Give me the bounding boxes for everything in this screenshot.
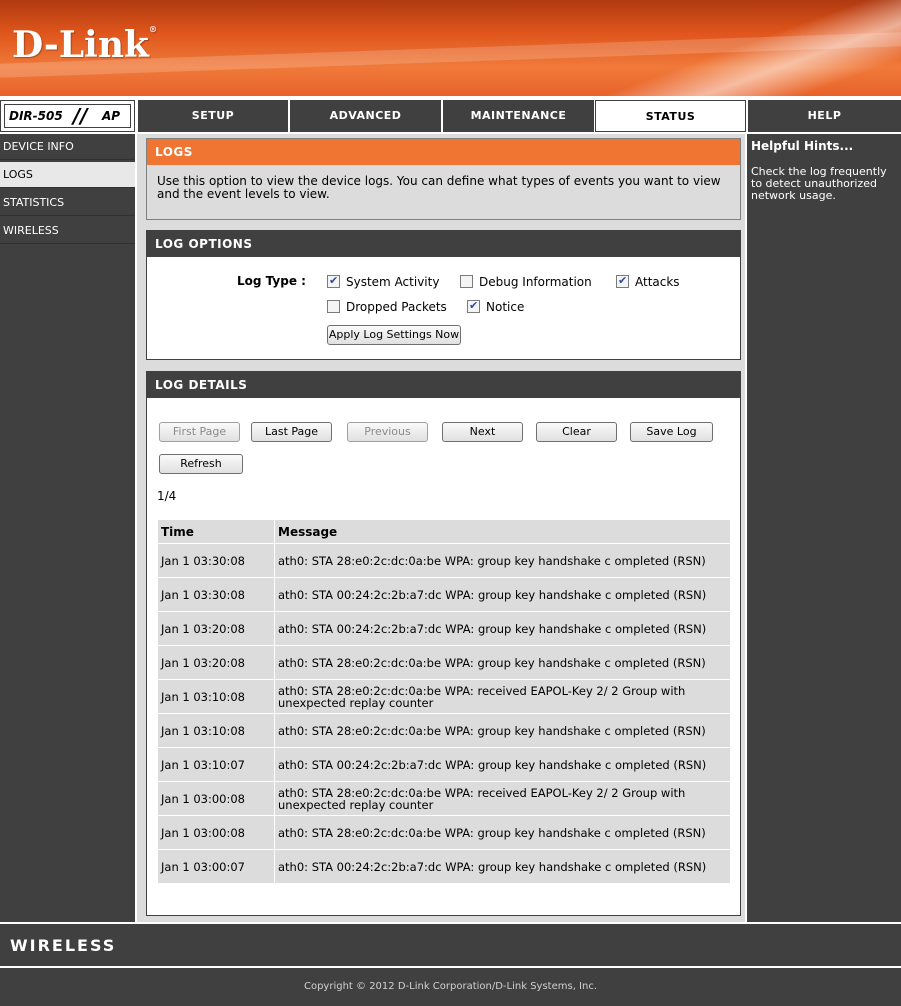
brand-bar: WIRELESS — [0, 924, 901, 966]
system-activity-checkbox[interactable] — [327, 274, 340, 288]
table-row: Jan 1 03:20:08 ath0: STA 28:e0:2c:dc:0a:b… — [157, 645, 731, 680]
message-column-header: Message — [274, 519, 731, 544]
apply-log-settings-button[interactable]: Apply Log Settings Now — [327, 325, 461, 345]
row-time: Jan 1 03:30:08 — [157, 577, 275, 612]
sidebar-item-logs[interactable]: LOGS — [0, 162, 135, 188]
row-message: ath0: STA 28:e0:2c:dc:0a:be WPA: group k… — [274, 815, 731, 850]
row-time: Jan 1 03:10:07 — [157, 747, 275, 782]
row-message: ath0: STA 28:e0:2c:dc:0a:be WPA: receive… — [274, 781, 731, 816]
wireless-brand-label: WIRELESS — [10, 936, 117, 955]
sidebar: DEVICE INFO LOGS STATISTICS WIRELESS — [0, 134, 135, 922]
log-type-label: Log Type : — [237, 274, 306, 288]
clear-button[interactable]: Clear — [536, 422, 617, 442]
tab-setup[interactable]: SETUP — [137, 100, 288, 132]
model-name: DIR-505 — [9, 109, 63, 123]
tab-status[interactable]: STATUS — [595, 100, 746, 132]
tab-help[interactable]: HELP — [747, 100, 901, 132]
row-message: ath0: STA 00:24:2c:2b:a7:dc WPA: group k… — [274, 577, 731, 612]
table-row: Jan 1 03:30:08 ath0: STA 28:e0:2c:dc:0a:b… — [157, 543, 731, 578]
last-page-button[interactable]: Last Page — [251, 422, 332, 442]
model-separator: // — [73, 104, 88, 128]
table-row: Jan 1 03:10:07 ath0: STA 00:24:2c:2b:a7:d… — [157, 747, 731, 782]
sidebar-item-statistics[interactable]: STATISTICS — [0, 190, 135, 216]
table-row: Jan 1 03:20:08 ath0: STA 00:24:2c:2b:a7:d… — [157, 611, 731, 646]
attacks-checkbox[interactable] — [616, 274, 629, 288]
log-table-header-row: Time Message — [157, 519, 731, 544]
header-swoosh — [600, 0, 901, 96]
attacks-label: Attacks — [635, 275, 680, 289]
help-text: Check the log frequently to detect unaut… — [751, 165, 887, 202]
log-details-title: LOG DETAILS — [147, 372, 740, 398]
table-row: Jan 1 03:30:08 ath0: STA 00:24:2c:2b:a7:d… — [157, 577, 731, 612]
header-banner: D-Link® — [0, 0, 901, 96]
dlink-logo: D-Link® — [12, 24, 157, 66]
debug-information-label: Debug Information — [479, 275, 592, 289]
dropped-packets-label: Dropped Packets — [346, 300, 447, 314]
row-time: Jan 1 03:00:08 — [157, 781, 275, 816]
log-table: Time Message Jan 1 03:30:08 ath0: STA 28:… — [157, 519, 731, 884]
row-time: Jan 1 03:30:08 — [157, 543, 275, 578]
previous-button[interactable]: Previous — [347, 422, 428, 442]
debug-information-checkbox[interactable] — [460, 275, 473, 288]
row-time: Jan 1 03:10:08 — [157, 679, 275, 714]
model-badge-inner: DIR-505 // AP — [4, 104, 131, 128]
table-row: Jan 1 03:00:07 ath0: STA 00:24:2c:2b:a7:d… — [157, 849, 731, 884]
row-time: Jan 1 03:00:08 — [157, 815, 275, 850]
top-nav: DIR-505 // AP SETUP ADVANCED MAINTENANCE… — [0, 100, 901, 132]
row-message: ath0: STA 28:e0:2c:dc:0a:be WPA: receive… — [274, 679, 731, 714]
logs-section: LOGS Use this option to view the device … — [146, 138, 741, 220]
copyright-text: Copyright © 2012 D-Link Corporation/D-Li… — [303, 981, 598, 992]
model-badge: DIR-505 // AP — [0, 100, 135, 132]
row-time: Jan 1 03:20:08 — [157, 611, 275, 646]
next-button[interactable]: Next — [442, 422, 523, 442]
log-table-body: Jan 1 03:30:08 ath0: STA 28:e0:2c:dc:0a:b… — [157, 543, 731, 884]
log-options-title: LOG OPTIONS — [147, 231, 740, 257]
logo-mark: ® — [148, 24, 157, 34]
row-time: Jan 1 03:00:07 — [157, 849, 275, 884]
log-options-section: LOG OPTIONS Log Type : System Activity D… — [146, 230, 741, 360]
row-message: ath0: STA 28:e0:2c:dc:0a:be WPA: group k… — [274, 543, 731, 578]
table-row: Jan 1 03:10:08 ath0: STA 28:e0:2c:dc:0a:b… — [157, 713, 731, 748]
footer: Copyright © 2012 D-Link Corporation/D-Li… — [0, 968, 901, 1006]
logs-description: Use this option to view the device logs.… — [157, 174, 721, 201]
system-activity-label: System Activity — [346, 275, 440, 289]
refresh-button[interactable]: Refresh — [159, 454, 243, 474]
row-message: ath0: STA 28:e0:2c:dc:0a:be WPA: group k… — [274, 713, 731, 748]
model-mode: AP — [102, 109, 121, 123]
help-panel: Helpful Hints... Check the log frequentl… — [747, 134, 901, 922]
log-details-section: LOG DETAILS First Page Last Page Previou… — [146, 371, 741, 916]
first-page-button[interactable]: First Page — [159, 422, 240, 442]
tab-advanced[interactable]: ADVANCED — [289, 100, 441, 132]
time-column-header: Time — [157, 519, 275, 544]
table-row: Jan 1 03:10:08 ath0: STA 28:e0:2c:dc:0a:b… — [157, 679, 731, 714]
help-title: Helpful Hints... — [751, 139, 854, 153]
save-log-button[interactable]: Save Log — [630, 422, 713, 442]
tab-maintenance[interactable]: MAINTENANCE — [442, 100, 594, 132]
logo-text: D-Link — [12, 24, 149, 66]
table-row: Jan 1 03:00:08 ath0: STA 28:e0:2c:dc:0a:b… — [157, 781, 731, 816]
notice-label: Notice — [486, 300, 525, 314]
sidebar-item-device-info[interactable]: DEVICE INFO — [0, 134, 135, 160]
row-message: ath0: STA 00:24:2c:2b:a7:dc WPA: group k… — [274, 849, 731, 884]
row-message: ath0: STA 00:24:2c:2b:a7:dc WPA: group k… — [274, 747, 731, 782]
sidebar-item-wireless[interactable]: WIRELESS — [0, 218, 135, 244]
row-message: ath0: STA 00:24:2c:2b:a7:dc WPA: group k… — [274, 611, 731, 646]
row-time: Jan 1 03:10:08 — [157, 713, 275, 748]
row-time: Jan 1 03:20:08 — [157, 645, 275, 680]
page-indicator: 1/4 — [157, 489, 177, 503]
dropped-packets-checkbox[interactable] — [327, 300, 340, 313]
main-content: LOGS Use this option to view the device … — [137, 134, 745, 922]
logs-title: LOGS — [147, 139, 740, 165]
row-message: ath0: STA 28:e0:2c:dc:0a:be WPA: group k… — [274, 645, 731, 680]
table-row: Jan 1 03:00:08 ath0: STA 28:e0:2c:dc:0a:b… — [157, 815, 731, 850]
notice-checkbox[interactable] — [467, 299, 480, 313]
